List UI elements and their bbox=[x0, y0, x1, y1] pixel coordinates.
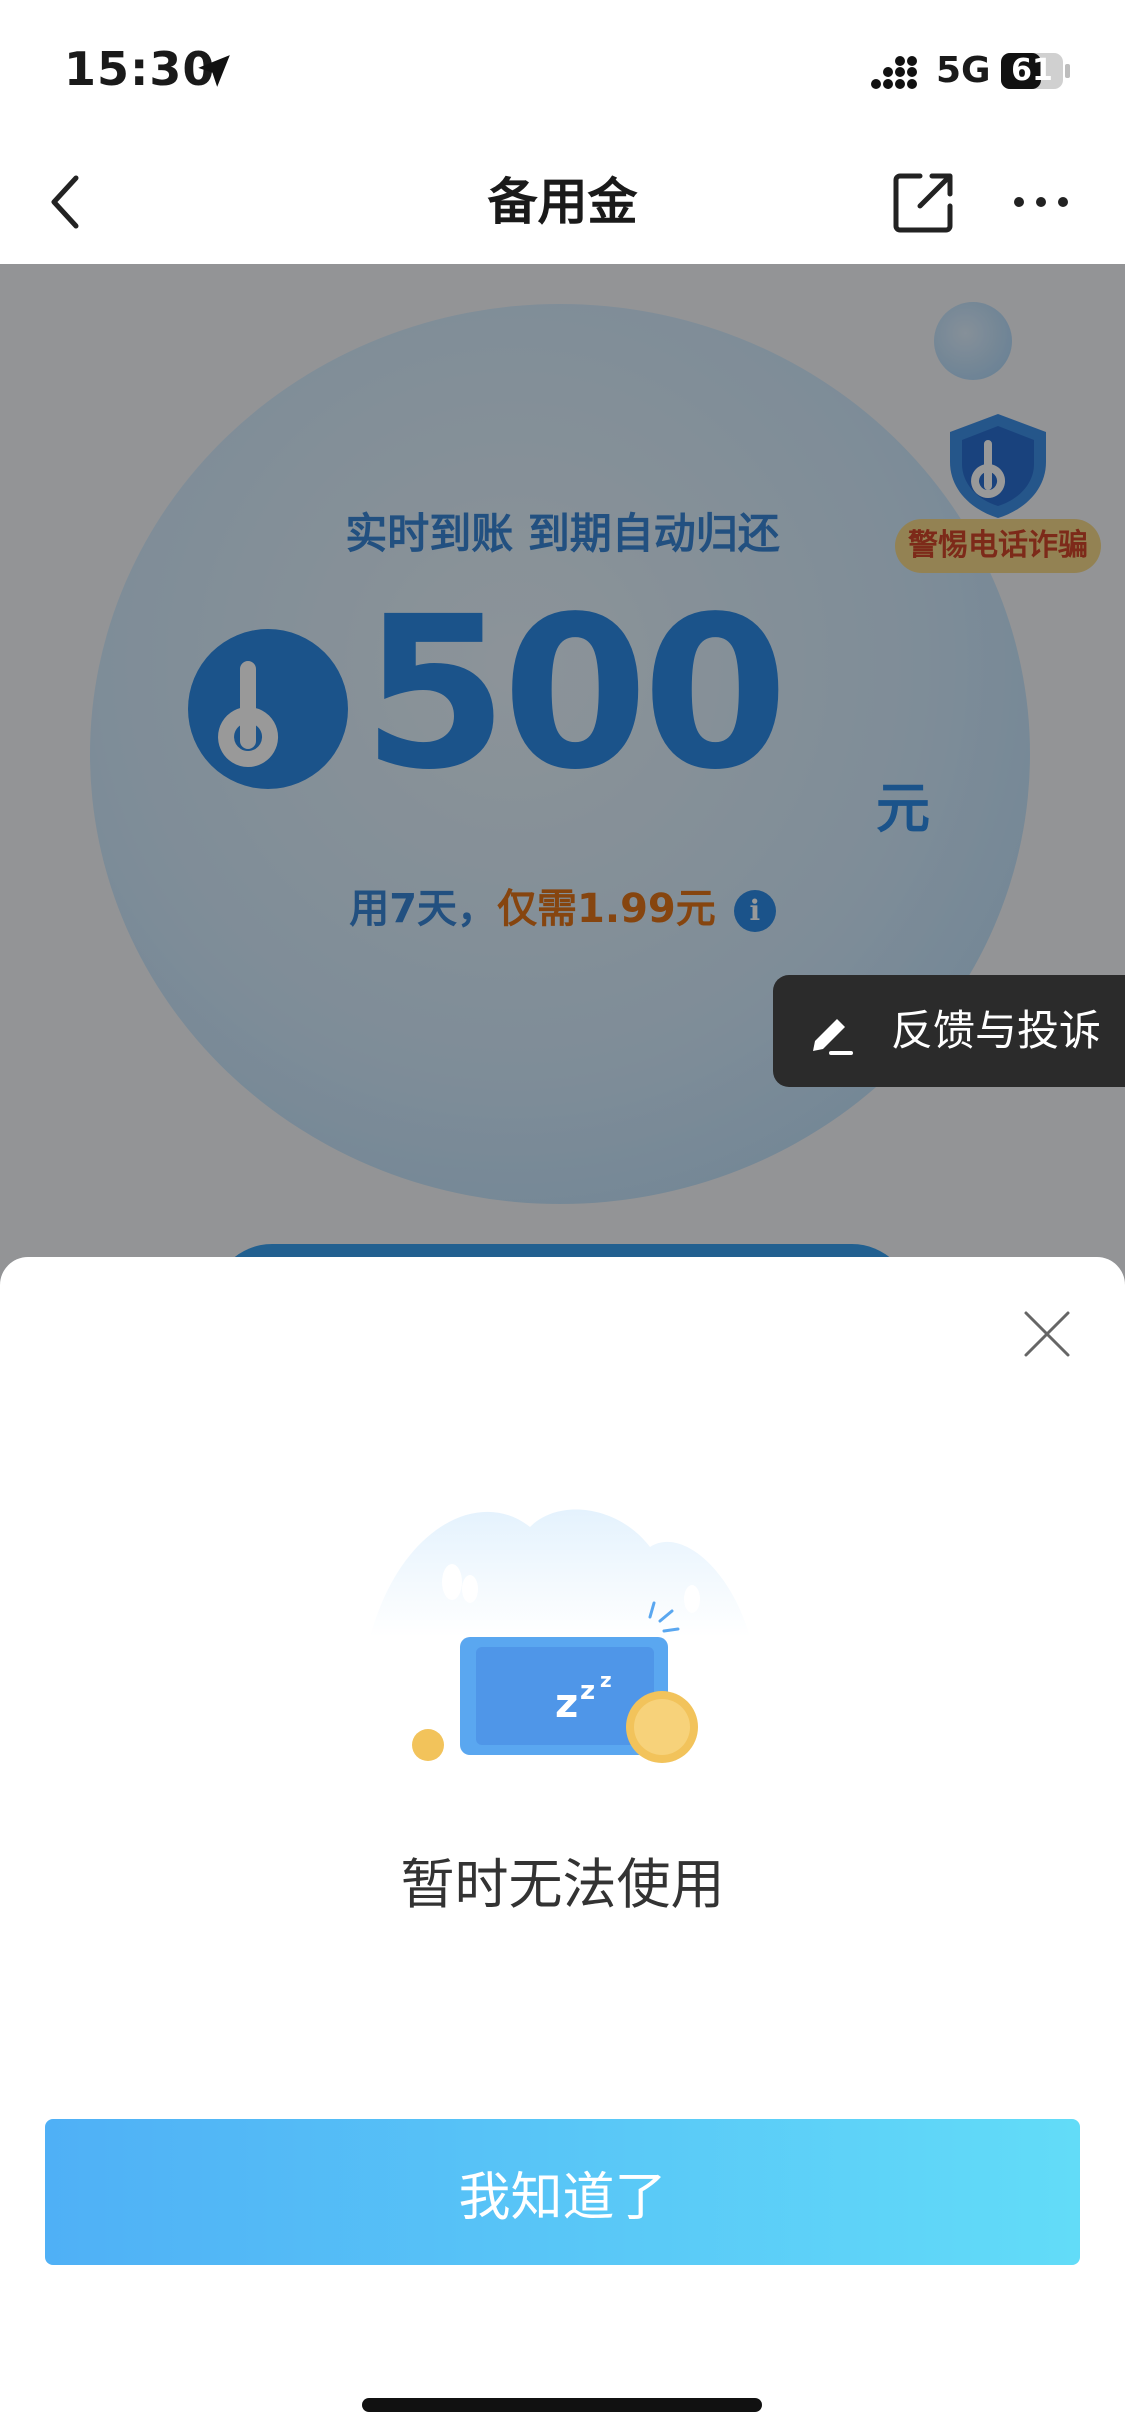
close-icon[interactable] bbox=[1020, 1307, 1074, 1361]
battery-level: 61 bbox=[1011, 53, 1053, 88]
back-icon[interactable] bbox=[42, 170, 90, 234]
nav-bar: 备用金 bbox=[0, 140, 1125, 264]
network-label: 5G bbox=[936, 50, 991, 91]
svg-text:z: z bbox=[580, 1676, 595, 1706]
feedback-button[interactable]: 反馈与投诉 bbox=[773, 975, 1125, 1087]
share-icon[interactable] bbox=[890, 168, 958, 236]
signal-icon bbox=[871, 56, 917, 89]
more-icon[interactable] bbox=[1012, 192, 1070, 212]
acknowledge-button[interactable]: 我知道了 bbox=[45, 2119, 1080, 2265]
edit-pen-icon bbox=[813, 1019, 853, 1055]
sleeping-phone-illustration: z z z bbox=[370, 1509, 750, 1763]
status-time: 15:30 bbox=[64, 42, 216, 96]
bottom-sheet-dialog: z z z 暂时无法使用 我知道了 bbox=[0, 1257, 1125, 2435]
unavailable-message: 暂时无法使用 bbox=[400, 1853, 725, 1916]
feedback-label: 反馈与投诉 bbox=[891, 1006, 1102, 1055]
svg-text:z: z bbox=[600, 1668, 612, 1692]
home-indicator[interactable] bbox=[362, 2398, 762, 2412]
location-arrow-icon bbox=[198, 55, 230, 87]
status-bar: 15:30 5G 61 bbox=[0, 0, 1125, 140]
svg-text:z: z bbox=[555, 1681, 578, 1727]
